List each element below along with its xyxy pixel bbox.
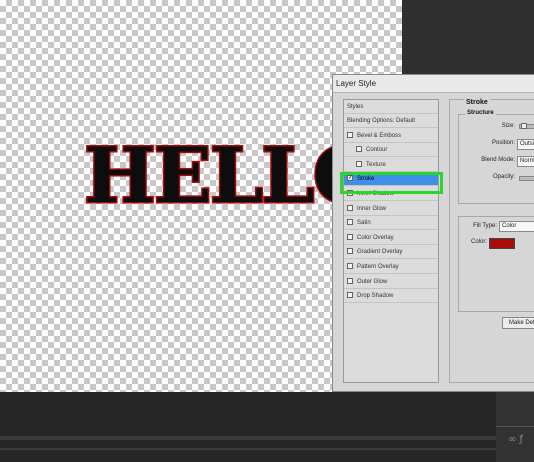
link-icon[interactable]: ∞ ƒ	[508, 434, 523, 445]
fill-type-select[interactable]: Color	[499, 221, 534, 232]
checkbox[interactable]	[347, 263, 353, 269]
style-item-label: Satin	[357, 220, 371, 227]
checkbox[interactable]	[347, 277, 353, 284]
dialog-title: Layer Style	[333, 75, 534, 93]
styles-list: Styles Blending Options: Default Bevel & …	[343, 99, 439, 383]
layers-panel-strip	[496, 392, 534, 462]
checkbox[interactable]	[347, 131, 353, 138]
style-item-label: Blending Options: Default	[347, 118, 416, 124]
position-label: Position:	[491, 140, 515, 146]
size-label: Size:	[501, 123, 515, 129]
panel-divider	[0, 448, 534, 450]
bottom-panel	[0, 392, 534, 462]
style-item-label: Pattern Overlay	[357, 264, 399, 270]
checkbox[interactable]	[347, 292, 353, 299]
style-item-label: Bevel & Emboss	[357, 132, 402, 139]
checkbox[interactable]	[347, 233, 353, 240]
style-item-label: Drop Shadow	[357, 293, 394, 300]
structure-title: Structure	[465, 110, 496, 116]
style-item-label: Outer Glow	[357, 278, 388, 285]
panel-divider	[496, 426, 534, 427]
fill-type-group: Fill Type: Color Color:	[458, 216, 534, 312]
stroke-group-title: Stroke	[464, 99, 490, 106]
color-label: Color:	[470, 239, 487, 245]
structure-group: Structure Size: Position: Outside Blend …	[458, 110, 534, 204]
styles-header[interactable]: Styles	[344, 100, 438, 114]
layer-style-dialog: Layer Style Styles Blending Options: Def…	[332, 74, 534, 392]
style-item-bevel-emboss[interactable]: Bevel & Emboss	[344, 129, 438, 143]
fill-type-label: Fill Type:	[473, 223, 497, 229]
style-item-label: Contour	[366, 147, 388, 154]
blend-mode-select[interactable]: Normal	[517, 156, 534, 167]
style-item-texture[interactable]: Texture	[344, 158, 438, 172]
stroke-settings-group: Stroke Structure Size: Position: Outside…	[449, 99, 534, 383]
checkbox[interactable]	[347, 219, 353, 226]
position-select[interactable]: Outside	[517, 139, 534, 150]
style-item-drop-shadow[interactable]: Drop Shadow	[344, 289, 438, 304]
style-item-pattern-overlay[interactable]: Pattern Overlay	[344, 260, 438, 274]
style-item-label: Color Overlay	[357, 234, 394, 241]
opacity-slider[interactable]	[519, 176, 534, 181]
checkbox[interactable]	[356, 160, 362, 167]
opacity-label: Opacity:	[492, 174, 515, 180]
size-slider-thumb[interactable]	[521, 123, 527, 129]
style-item-inner-glow[interactable]: Inner Glow	[344, 202, 438, 216]
make-default-button[interactable]: Make Def	[502, 317, 534, 329]
style-item-gradient-overlay[interactable]: Gradient Overlay	[344, 245, 438, 260]
style-item-blending-options-default[interactable]: Blending Options: Default	[344, 114, 438, 128]
checkbox[interactable]	[356, 146, 362, 153]
checkbox[interactable]	[347, 248, 353, 255]
style-item-outer-glow[interactable]: Outer Glow	[344, 275, 438, 289]
style-item-color-overlay[interactable]: Color Overlay	[344, 231, 438, 245]
panel-divider	[0, 436, 534, 440]
style-item-satin[interactable]: Satin	[344, 216, 438, 231]
style-item-label: Gradient Overlay	[357, 249, 403, 256]
stroke-highlight-box	[340, 172, 443, 194]
style-item-contour[interactable]: Contour	[344, 143, 438, 158]
style-item-label: Inner Glow	[357, 205, 387, 212]
blend-mode-label: Blend Mode:	[481, 157, 515, 163]
style-item-label: Texture	[366, 161, 386, 168]
checkbox[interactable]	[347, 204, 353, 211]
stroke-color-swatch[interactable]	[489, 238, 515, 249]
